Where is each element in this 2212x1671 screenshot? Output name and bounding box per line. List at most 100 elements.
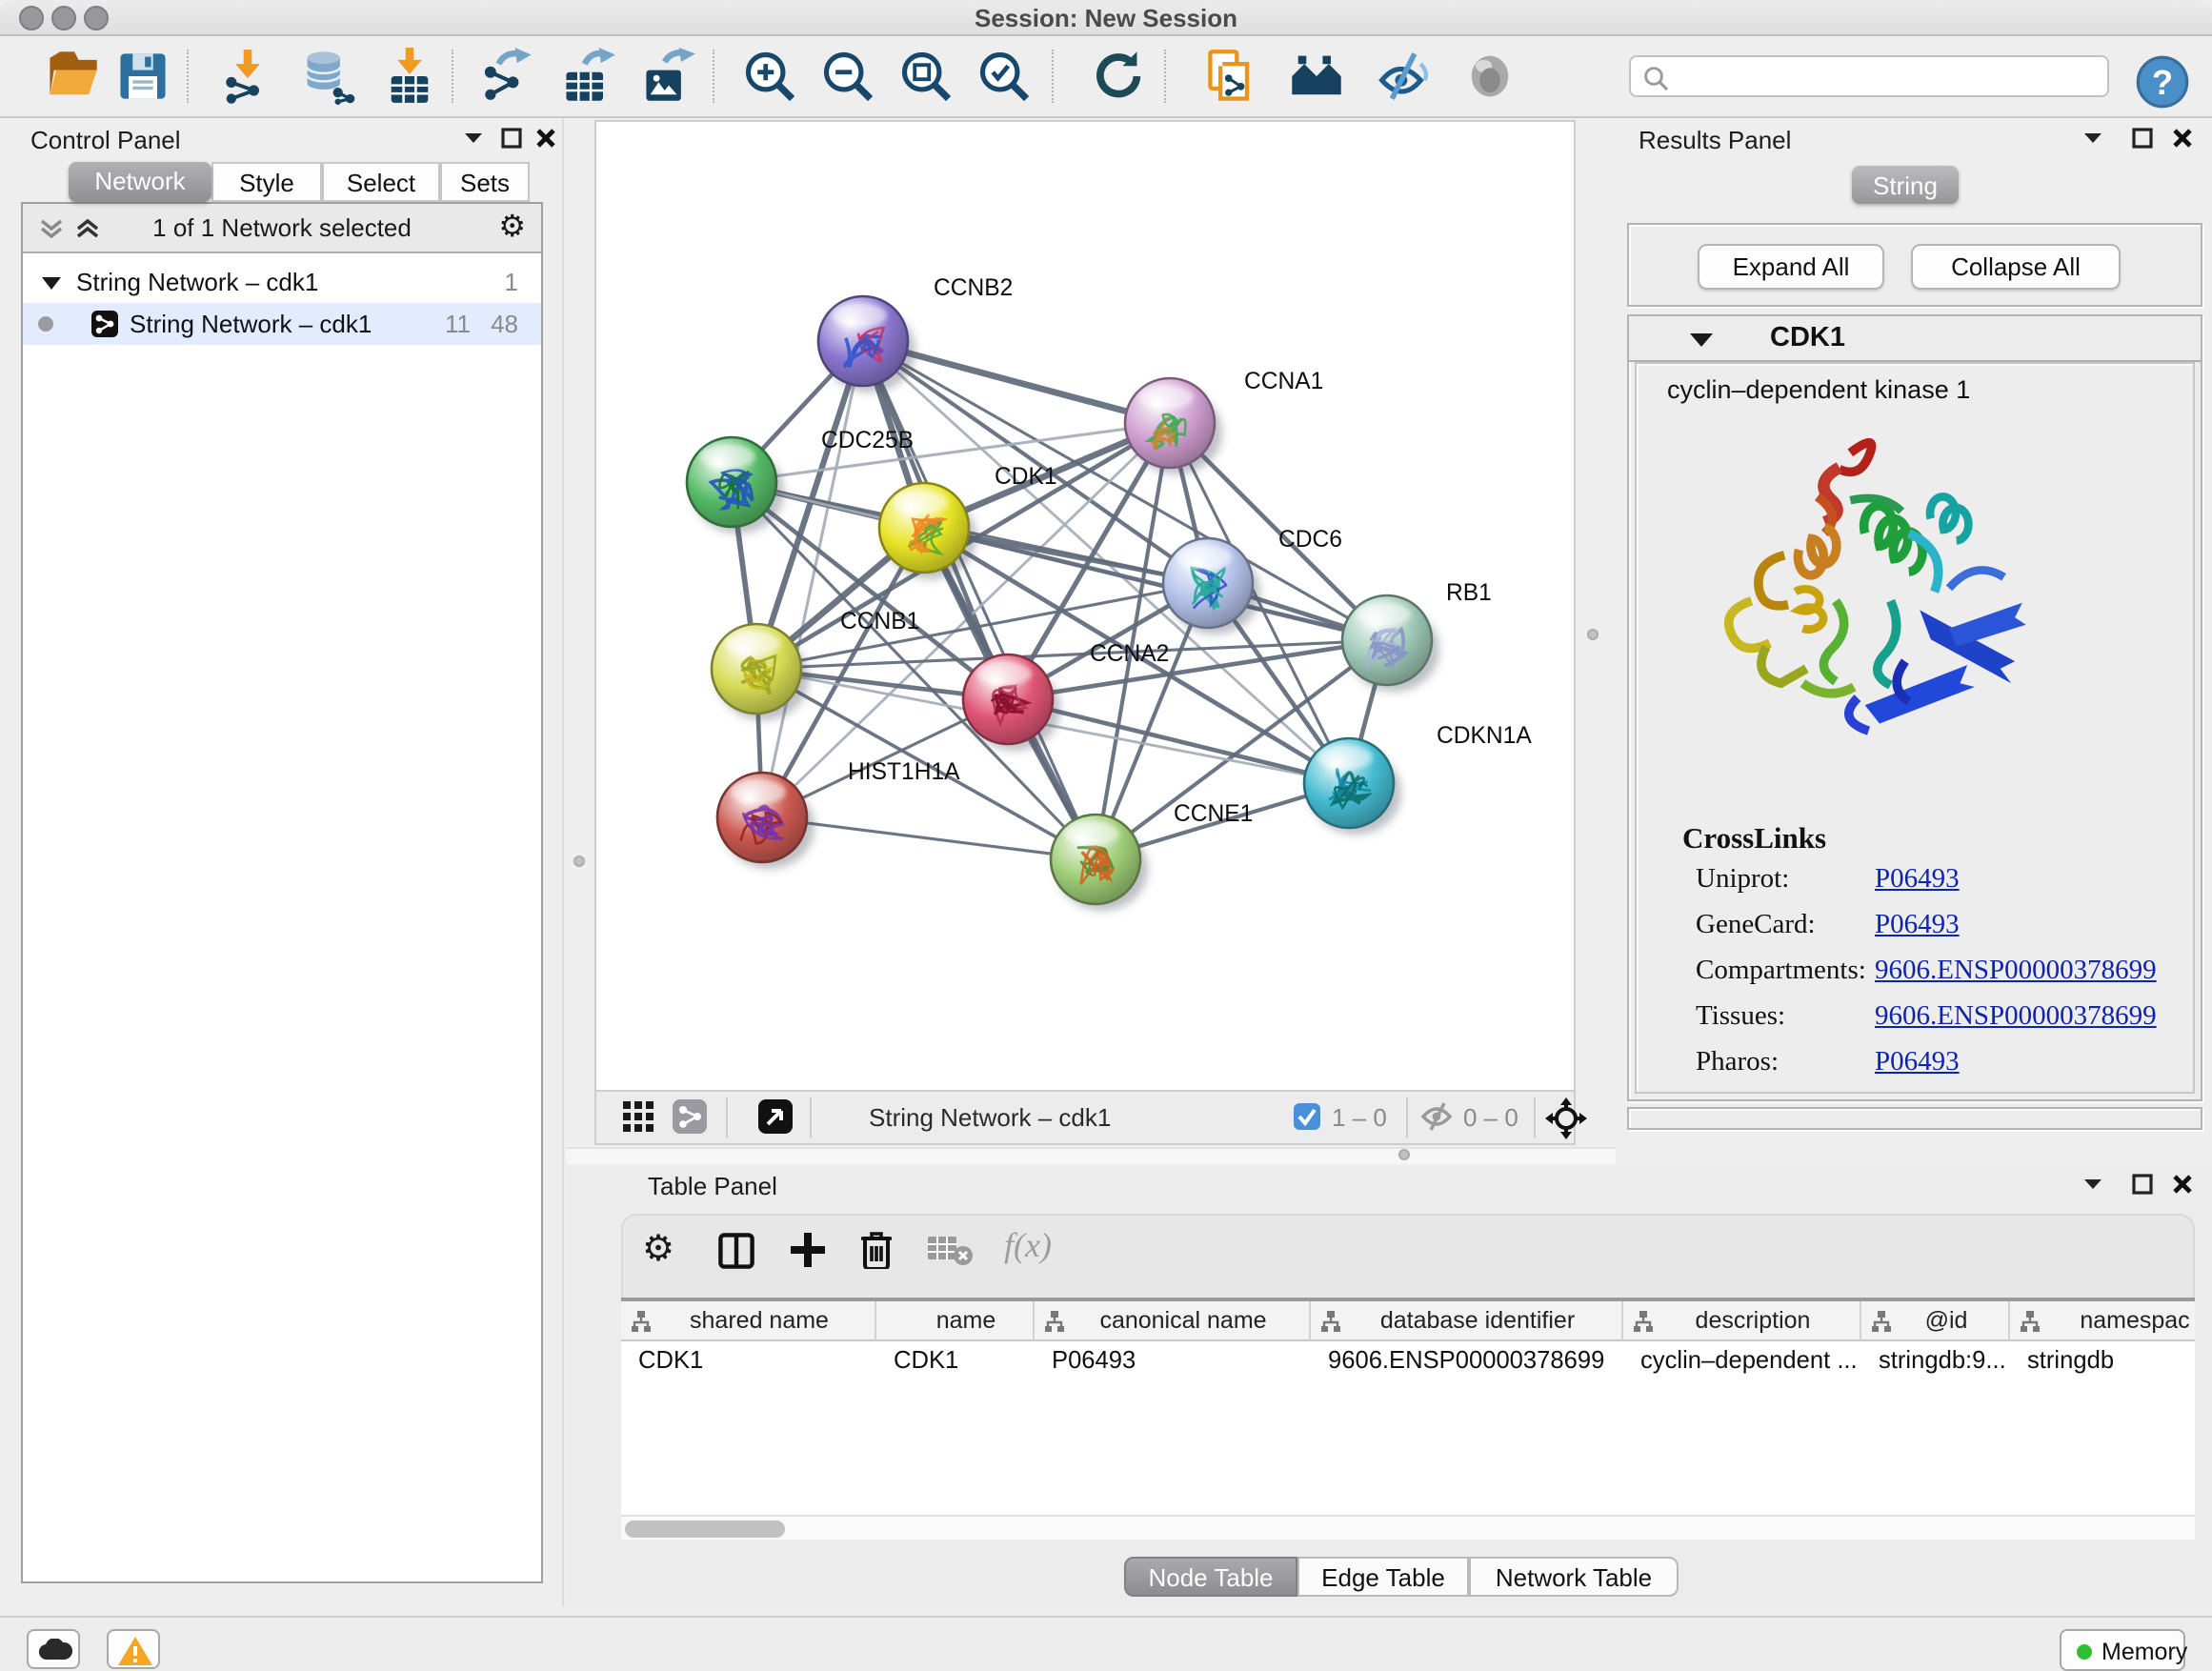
crosslink-value-link[interactable]: 9606.ENSP00000378699 [1875,1000,2157,1032]
search-input[interactable] [1677,59,2096,93]
network-home-icon[interactable] [1288,48,1345,105]
crosslink-value-link[interactable]: P06493 [1875,1046,1960,1077]
network-current-dot-icon [38,316,53,332]
node-CDKN1A[interactable] [1304,738,1401,835]
copy-style-icon[interactable] [1204,48,1261,105]
search-box[interactable] [1629,55,2109,97]
save-session-icon[interactable] [114,48,171,105]
column-header-description[interactable]: description [1623,1301,1861,1341]
memory-button[interactable]: Memory [2060,1629,2185,1671]
column-label: description [1623,1307,1860,1335]
expand-all-button[interactable]: Expand All [1698,244,1884,290]
node-label-CDC6: CDC6 [1278,527,1342,553]
table-function-icon[interactable]: f(x) [1004,1225,1052,1265]
network-view-icon[interactable] [673,1099,707,1134]
control-panel-close-icon[interactable] [535,128,556,149]
open-session-icon[interactable] [44,48,101,105]
table-panel-float-icon[interactable] [2132,1174,2153,1195]
node-CDC25B[interactable] [687,437,784,534]
control-panel-float-icon[interactable] [501,128,522,149]
table-delete-column-icon[interactable] [928,1235,974,1267]
crosslink-value-link[interactable]: P06493 [1875,909,1960,940]
export-network-icon[interactable] [478,48,535,105]
tab-edge-table[interactable]: Edge Table [1297,1557,1469,1597]
refresh-icon[interactable] [1088,48,1145,105]
network-view-title: String Network – cdk1 [869,1103,1111,1133]
crosslinks-heading: CrossLinks [1682,821,1826,856]
table-panel-menu-icon[interactable] [2082,1174,2103,1193]
node-RB1[interactable] [1342,595,1439,692]
table-panel-close-icon[interactable] [2172,1174,2193,1195]
import-network-icon[interactable] [219,48,276,105]
cloud-button[interactable] [27,1629,80,1669]
export-table-icon[interactable] [560,48,617,105]
table-add-icon[interactable] [789,1231,827,1269]
network-tree-root-row[interactable]: String Network – cdk1 1 [23,261,541,303]
column-header-database-identifier[interactable]: database identifier [1311,1301,1623,1341]
tab-style[interactable]: Style [211,162,322,202]
tab-network-table[interactable]: Network Table [1469,1557,1679,1597]
network-canvas[interactable]: CCNB2CCNA1CDC25BCDK1CDC6RB1CCNB1CCNA2CDK… [594,120,1576,1092]
node-CDC6[interactable] [1163,538,1260,634]
tab-select[interactable]: Select [322,162,440,202]
import-database-icon[interactable] [299,48,356,105]
zoom-selected-icon[interactable] [975,48,1033,105]
show-all-icon[interactable] [1461,48,1518,105]
table-scrollbar-thumb[interactable] [625,1520,785,1538]
window-title: Session: New Session [0,4,2212,33]
results-panel-float-icon[interactable] [2132,128,2153,149]
column-header-shared-name[interactable]: shared name [621,1301,876,1341]
help-icon[interactable]: ? [2134,53,2191,111]
table-columns-icon[interactable] [718,1233,754,1269]
left-splitter-handle[interactable] [573,856,585,867]
node-label-CCNB1: CCNB1 [840,609,919,634]
control-panel-title: Control Panel [30,126,181,155]
table-panel: Table Panel ⚙ f(x) [566,1166,2212,1606]
node-CCNA1[interactable] [1125,378,1222,474]
column-header-namespac[interactable]: namespac [2010,1301,2195,1341]
node-CCNB2[interactable] [818,296,915,393]
crosslink-value-link[interactable]: 9606.ENSP00000378699 [1875,955,2157,986]
network-selection-status: 1 of 1 Network selected [23,213,541,243]
column-label: database identifier [1311,1307,1621,1335]
right-splitter-handle[interactable] [1587,629,1599,640]
node-label-CDK1: CDK1 [995,464,1057,490]
table-gear-icon[interactable]: ⚙ [642,1227,674,1270]
tab-network[interactable]: Network [69,162,211,202]
grid-view-icon[interactable] [623,1101,655,1134]
collapse-all-button[interactable]: Collapse All [1911,244,2121,290]
table-delete-icon[interactable] [859,1229,894,1269]
edge-CCNB2-HIST1H1A[interactable] [762,341,863,817]
warning-button[interactable] [107,1629,160,1669]
table-horizontal-scrollbar[interactable] [621,1515,2195,1540]
zoom-in-icon[interactable] [741,48,798,105]
import-table-icon[interactable] [381,48,438,105]
export-image-icon[interactable] [640,48,697,105]
network-tree-row-selected[interactable]: String Network – cdk1 11 48 [23,303,541,345]
main-toolbar: ? [0,36,2212,118]
crosslink-value-link[interactable]: P06493 [1875,863,1960,895]
protein-collapse-icon[interactable] [1690,332,1713,349]
zoom-out-icon[interactable] [819,48,876,105]
node-CDK1[interactable] [879,483,976,579]
node-HIST1H1A[interactable] [717,773,814,869]
detach-view-icon[interactable] [758,1099,793,1134]
control-panel-menu-icon[interactable] [463,128,484,147]
results-panel-menu-icon[interactable] [2082,128,2103,147]
network-options-gear-icon[interactable]: ⚙ [498,208,526,244]
tab-node-table[interactable]: Node Table [1124,1557,1297,1597]
horizontal-splitter-handle[interactable] [1398,1149,1410,1160]
tree-expander-icon[interactable] [42,274,61,292]
tab-sets[interactable]: Sets [440,162,530,202]
column-header-name[interactable]: name [876,1301,1035,1341]
network-node-count: 11 [445,303,471,345]
results-tab-string[interactable]: String [1852,166,1959,204]
birdseye-toggle-icon[interactable] [1545,1097,1587,1139]
zoom-fit-icon[interactable] [897,48,955,105]
selected-checkbox-icon[interactable] [1294,1103,1320,1130]
column-header-@id[interactable]: @id [1861,1301,2010,1341]
protein-result-header[interactable]: CDK1 [1629,316,2201,362]
column-header-canonical-name[interactable]: canonical name [1035,1301,1311,1341]
results-panel-close-icon[interactable] [2172,128,2193,149]
hide-selected-icon[interactable] [1374,48,1431,105]
